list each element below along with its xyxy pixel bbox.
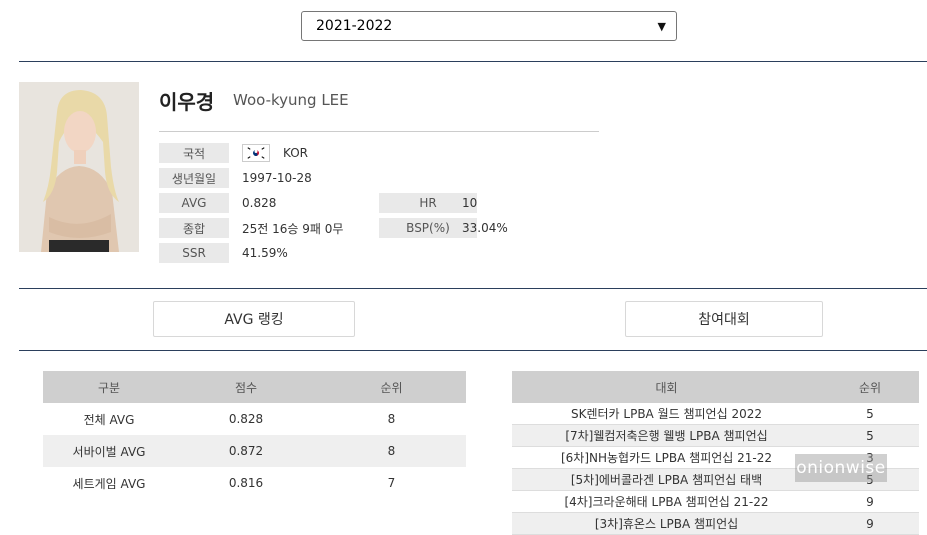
- table-row[interactable]: [4차]크라운해태 LPBA 챔피언십 21-22 9: [512, 490, 919, 513]
- table-cell: 전체 AVG: [83, 412, 135, 427]
- table-cell: 0.816: [228, 476, 264, 490]
- ssr-label: SSR: [159, 243, 229, 263]
- table-cell: 서바이벌 AVG: [43, 435, 175, 467]
- table-cell: 0.828: [228, 412, 264, 426]
- table-row[interactable]: [7차]웰컴저축은행 웰뱅 LPBA 챔피언십 5: [512, 424, 919, 447]
- hr-value: 10: [462, 196, 478, 210]
- avg-ranking-table: 구분 점수 순위 전체 AVG 0.828 8 서바이벌 AVG 0.872 8…: [43, 371, 466, 499]
- column-header: 대회: [512, 371, 821, 403]
- table-cell: 8: [317, 435, 466, 467]
- table-row: 세트게임 AVG 0.816 7: [43, 467, 466, 499]
- competition-rank: 5: [821, 424, 919, 447]
- competition-rank: 5: [821, 403, 919, 425]
- korea-flag-icon: [242, 144, 270, 162]
- name-divider: [159, 131, 599, 132]
- competition-name[interactable]: [4차]크라운해태 LPBA 챔피언십 21-22: [512, 490, 821, 513]
- avg-label: AVG: [159, 193, 229, 213]
- competition-name[interactable]: [5차]에버콜라겐 LPBA 챔피언십 태백: [512, 468, 821, 491]
- birthdate-label: 생년월일: [159, 168, 229, 188]
- table-row[interactable]: SK렌터카 LPBA 월드 챔피언십 2022 5: [512, 403, 919, 425]
- table-cell: 0.872: [175, 435, 317, 467]
- table-row: 전체 AVG 0.828 8: [43, 403, 466, 435]
- table-row[interactable]: [3차]휴온스 LPBA 챔피언십 9: [512, 512, 919, 535]
- tab-avg-ranking[interactable]: AVG 랭킹: [153, 301, 355, 337]
- column-header: 순위: [317, 371, 466, 403]
- competition-rank: 9: [821, 490, 919, 513]
- column-header: 구분: [43, 371, 175, 403]
- divider: [19, 350, 927, 351]
- divider: [19, 61, 927, 62]
- competition-table: 대회 순위 SK렌터카 LPBA 월드 챔피언십 2022 5 [7차]웰컴저축…: [512, 371, 919, 535]
- watermark: onionwise: [795, 454, 887, 482]
- table-header-row: 구분 점수 순위: [43, 371, 466, 403]
- player-name-korean: 이우경: [159, 90, 215, 114]
- avg-value: 0.828: [242, 196, 277, 210]
- record-value: 25전 16승 9패 0무: [242, 221, 344, 236]
- table-cell: 8: [387, 412, 396, 426]
- season-select-value: 2021-2022: [316, 18, 393, 34]
- bsp-value: 33.04%: [462, 221, 508, 235]
- season-select[interactable]: 2021-2022 ▼: [301, 11, 677, 41]
- table-header-row: 대회 순위: [512, 371, 919, 403]
- competition-name[interactable]: [3차]휴온스 LPBA 챔피언십: [512, 512, 821, 535]
- table-cell: 세트게임 AVG: [72, 476, 146, 491]
- competition-name[interactable]: SK렌터카 LPBA 월드 챔피언십 2022: [512, 403, 821, 425]
- record-label: 종합: [159, 218, 229, 238]
- competition-name[interactable]: [6차]NH농협카드 LPBA 챔피언십 21-22: [512, 446, 821, 469]
- ssr-value: 41.59%: [242, 246, 288, 260]
- chevron-down-icon: ▼: [657, 19, 666, 33]
- player-name-english: Woo-kyung LEE: [233, 91, 349, 109]
- column-header: 점수: [175, 371, 317, 403]
- competition-name[interactable]: [7차]웰컴저축은행 웰뱅 LPBA 챔피언십: [512, 424, 821, 447]
- table-row: 서바이벌 AVG 0.872 8: [43, 435, 466, 467]
- nationality-value: KOR: [283, 146, 308, 160]
- table-cell: 7: [387, 476, 396, 490]
- player-photo: [19, 82, 139, 252]
- competition-rank: 9: [821, 512, 919, 535]
- divider: [19, 288, 927, 289]
- nationality-value-wrap: KOR: [242, 143, 308, 163]
- birthdate-value: 1997-10-28: [242, 171, 312, 185]
- tab-competitions[interactable]: 참여대회: [625, 301, 823, 337]
- nationality-label: 국적: [159, 143, 229, 163]
- column-header: 순위: [821, 371, 919, 403]
